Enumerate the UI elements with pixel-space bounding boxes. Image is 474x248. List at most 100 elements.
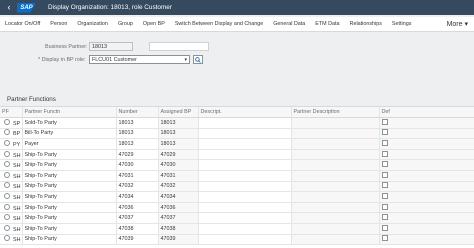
partner-function-cell[interactable]: Ship-To Party [22, 191, 117, 203]
def-cell[interactable] [379, 159, 474, 171]
toolbar-general-data-button[interactable]: General Data [268, 21, 310, 27]
table-row[interactable]: SH Ship-To Party 47038 47038 [0, 223, 474, 235]
pf-cell[interactable]: SH [0, 159, 23, 171]
def-cell[interactable] [379, 117, 474, 129]
default-checkbox[interactable] [381, 139, 388, 146]
business-partner-field[interactable]: 18013 [89, 42, 133, 51]
number-cell[interactable]: 47036 [116, 202, 159, 214]
pf-cell[interactable]: SH [0, 234, 23, 246]
pf-cell[interactable]: SH [0, 149, 23, 161]
col-partner-functn[interactable]: Partner Functn [22, 107, 117, 118]
partner-function-cell[interactable]: Ship-To Party [22, 181, 117, 193]
def-cell[interactable] [379, 223, 474, 235]
row-select-radio[interactable] [4, 192, 10, 199]
pf-cell[interactable]: SH [0, 181, 23, 193]
table-row[interactable]: SH Ship-To Party 47029 47029 [0, 149, 474, 161]
toolbar-relationships-button[interactable]: Relationships [345, 21, 387, 27]
pf-cell[interactable]: SH [0, 202, 23, 214]
table-row[interactable]: SH Ship-To Party 47036 47036 [0, 202, 474, 214]
toolbar-person-button[interactable]: Person [45, 21, 72, 27]
descript-cell[interactable] [198, 181, 292, 193]
descript-cell[interactable] [198, 202, 292, 214]
partner-function-cell[interactable]: Ship-To Party [22, 149, 117, 161]
pf-cell[interactable]: SH [0, 191, 23, 203]
col-number[interactable]: Number [116, 107, 159, 118]
partner-function-cell[interactable]: Ship-To Party [22, 234, 117, 246]
def-cell[interactable] [379, 212, 474, 224]
default-checkbox[interactable] [381, 161, 388, 168]
number-cell[interactable]: 47039 [116, 234, 159, 246]
row-select-radio[interactable] [4, 235, 10, 242]
descript-cell[interactable] [198, 212, 292, 224]
toolbar-group-button[interactable]: Group [113, 21, 138, 27]
table-row[interactable]: SH Ship-To Party 47039 47039 [0, 234, 474, 246]
row-select-radio[interactable] [4, 150, 10, 157]
descript-cell[interactable] [198, 170, 292, 182]
bp-role-select[interactable]: FLCU01 Customer ▾ [89, 55, 190, 64]
pf-cell[interactable]: BP [0, 128, 23, 140]
row-select-radio[interactable] [4, 161, 10, 168]
number-cell[interactable]: 47029 [116, 149, 159, 161]
def-cell[interactable] [379, 191, 474, 203]
partner-function-cell[interactable]: Ship-To Party [22, 202, 117, 214]
toolbar-switch-display-change-button[interactable]: Switch Between Display and Change [170, 21, 268, 27]
pf-cell[interactable]: SH [0, 212, 23, 224]
partner-function-cell[interactable]: Bill-To Party [22, 128, 117, 140]
number-cell[interactable]: 47032 [116, 181, 159, 193]
partner-function-cell[interactable]: Ship-To Party [22, 159, 117, 171]
pf-cell[interactable]: PY [0, 138, 23, 150]
table-row[interactable]: SP Sold-To Party 18013 18013 [0, 117, 474, 129]
table-row[interactable]: SH Ship-To Party 47034 47034 [0, 191, 474, 203]
descript-cell[interactable] [198, 128, 292, 140]
toolbar-open-bp-button[interactable]: Open BP [138, 21, 170, 27]
row-select-radio[interactable] [4, 118, 10, 125]
col-descript[interactable]: Descript. [198, 107, 292, 118]
partner-function-cell[interactable]: Ship-To Party [22, 223, 117, 235]
row-select-radio[interactable] [4, 182, 10, 189]
number-cell[interactable]: 47034 [116, 191, 159, 203]
table-row[interactable]: BP Bill-To Party 18013 18013 [0, 128, 474, 140]
partner-function-cell[interactable]: Ship-To Party [22, 212, 117, 224]
descript-cell[interactable] [198, 223, 292, 235]
toolbar-locator-button[interactable]: Locator On/Off [0, 21, 45, 27]
row-select-radio[interactable] [4, 171, 10, 178]
default-checkbox[interactable] [381, 203, 388, 210]
descript-cell[interactable] [198, 138, 292, 150]
row-select-radio[interactable] [4, 224, 10, 231]
search-button[interactable] [193, 55, 203, 64]
toolbar-etm-data-button[interactable]: ETM Data [310, 21, 344, 27]
partner-function-cell[interactable]: Sold-To Party [22, 117, 117, 129]
toolbar-more-button[interactable]: More ▾ [441, 20, 474, 28]
row-select-radio[interactable] [4, 129, 10, 136]
col-assigned-bp[interactable]: Assigned BP [158, 107, 199, 118]
default-checkbox[interactable] [381, 192, 388, 199]
number-cell[interactable]: 18013 [116, 117, 159, 129]
pf-cell[interactable]: SH [0, 170, 23, 182]
toolbar-settings-button[interactable]: Settings [387, 21, 416, 27]
number-cell[interactable]: 47038 [116, 223, 159, 235]
descript-cell[interactable] [198, 159, 292, 171]
number-cell[interactable]: 47031 [116, 170, 159, 182]
def-cell[interactable] [379, 202, 474, 214]
col-pf[interactable]: PF [0, 107, 23, 118]
def-cell[interactable] [379, 170, 474, 182]
pf-cell[interactable]: SP [0, 117, 23, 129]
descript-cell[interactable] [198, 191, 292, 203]
descript-cell[interactable] [198, 234, 292, 246]
table-row[interactable]: PY Payer 18013 18013 [0, 138, 474, 150]
def-cell[interactable] [379, 138, 474, 150]
table-row[interactable]: SH Ship-To Party 47031 47031 [0, 170, 474, 182]
number-cell[interactable]: 47030 [116, 159, 159, 171]
descript-cell[interactable] [198, 117, 292, 129]
number-cell[interactable]: 18013 [116, 138, 159, 150]
row-select-radio[interactable] [4, 214, 10, 221]
partner-function-cell[interactable]: Ship-To Party [22, 170, 117, 182]
default-checkbox[interactable] [381, 224, 388, 231]
default-checkbox[interactable] [381, 214, 388, 221]
col-partner-description[interactable]: Partner Description [291, 107, 380, 118]
back-icon[interactable]: ‹ [4, 0, 14, 15]
number-cell[interactable]: 47037 [116, 212, 159, 224]
default-checkbox[interactable] [381, 182, 388, 189]
default-checkbox[interactable] [381, 118, 388, 125]
table-row[interactable]: SH Ship-To Party 47032 47032 [0, 181, 474, 193]
